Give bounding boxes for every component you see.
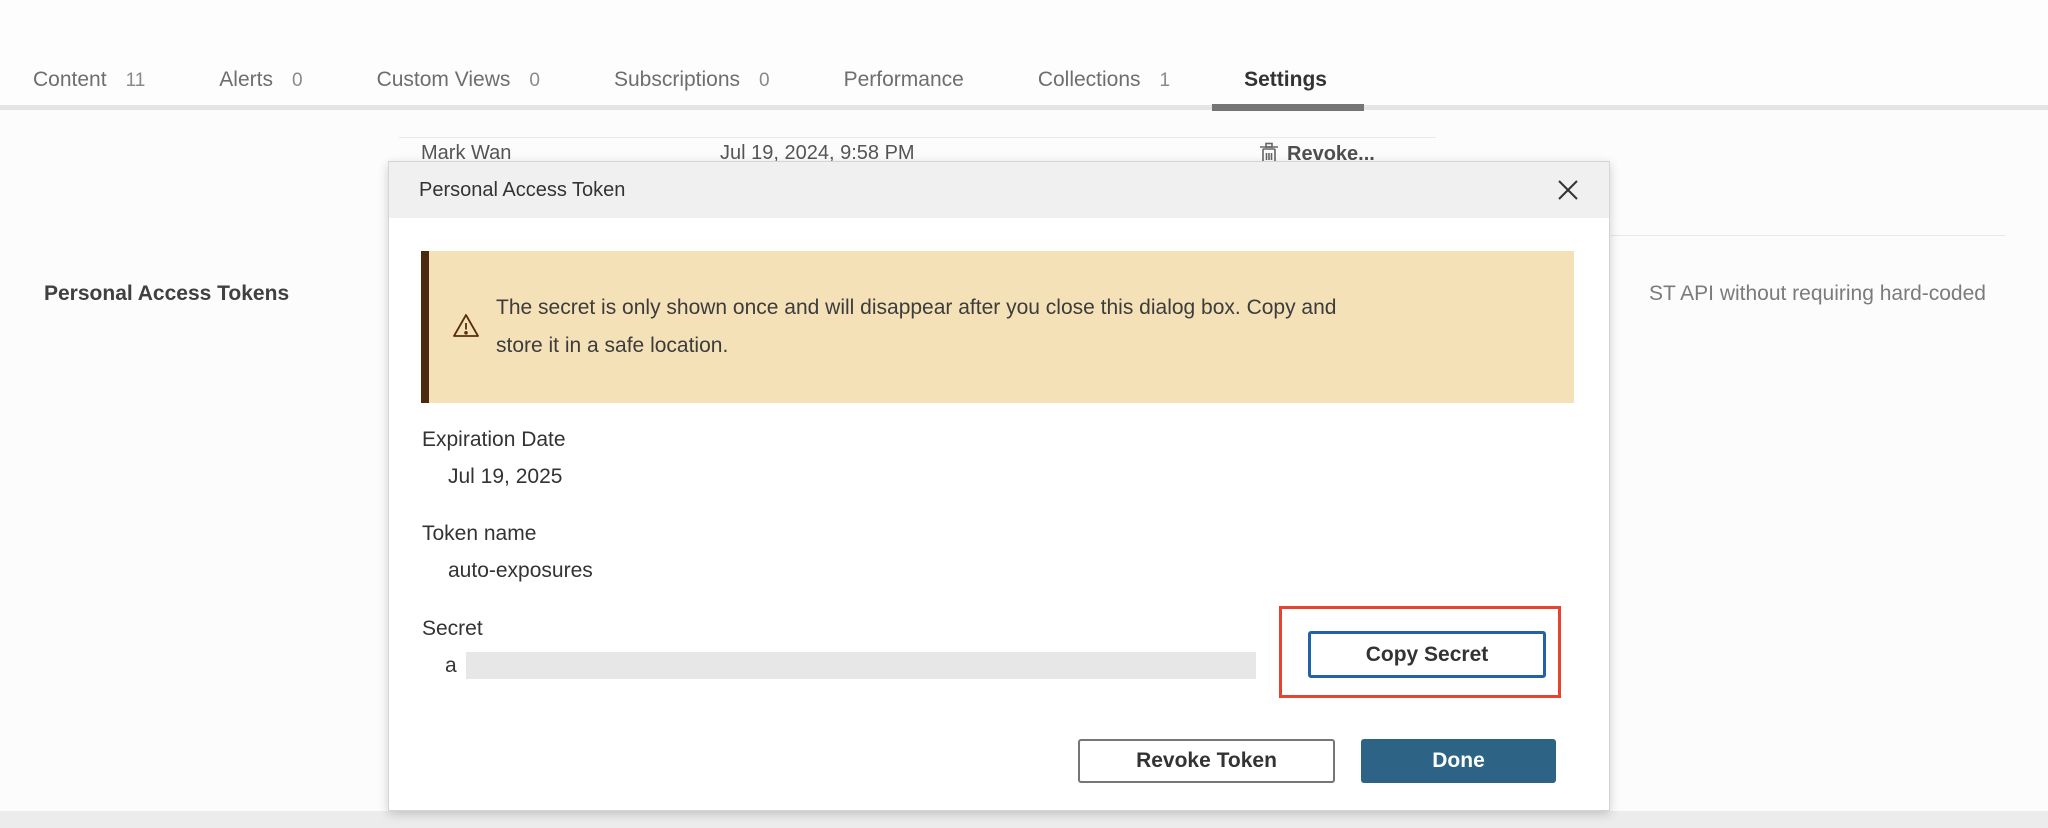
copy-secret-button[interactable]: Copy Secret [1308, 631, 1546, 678]
tab-bar: Content 11 Alerts 0 Custom Views 0 Subsc… [0, 0, 2048, 110]
secret-warning-banner: The secret is only shown once and will d… [421, 251, 1574, 403]
secret-value-row: a [445, 652, 1256, 679]
warning-text: The secret is only shown once and will d… [496, 289, 1336, 365]
tab-subscriptions[interactable]: Subscriptions 0 [614, 68, 770, 105]
close-button[interactable] [1553, 175, 1583, 205]
done-button[interactable]: Done [1361, 739, 1556, 783]
tab-label: Content [33, 68, 107, 92]
tab-label: Custom Views [377, 68, 511, 92]
tab-performance[interactable]: Performance [844, 68, 964, 105]
expiration-date-value: Jul 19, 2025 [448, 465, 562, 489]
tab-custom-views[interactable]: Custom Views 0 [377, 68, 540, 105]
tab-count: 0 [292, 70, 303, 92]
tab-label: Alerts [219, 68, 273, 92]
tab-alerts[interactable]: Alerts 0 [219, 68, 302, 105]
revoke-token-button[interactable]: Revoke Token [1078, 739, 1335, 783]
revoke-row-label: Revoke... [1287, 143, 1375, 162]
revoke-row-action: Revoke... [1259, 142, 1375, 161]
table-row: Mark Wan Jul 19, 2024, 9:58 PM Revoke... [399, 138, 1610, 161]
warning-icon [451, 311, 481, 341]
tab-count: 1 [1160, 70, 1171, 92]
secret-masked-bar [466, 652, 1256, 679]
tab-count: 0 [529, 70, 540, 92]
close-icon [1555, 177, 1581, 203]
tab-label: Performance [844, 68, 964, 92]
warning-line-1: The secret is only shown once and will d… [496, 289, 1336, 327]
trash-icon [1259, 142, 1279, 161]
tab-settings[interactable]: Settings [1244, 68, 1327, 105]
expiration-date-label: Expiration Date [422, 428, 566, 452]
tab-label: Settings [1244, 68, 1327, 92]
dialog-title: Personal Access Token [419, 179, 625, 202]
token-timestamp: Jul 19, 2024, 9:58 PM [720, 142, 915, 161]
tab-count: 11 [126, 70, 146, 92]
warning-line-2: store it in a safe location. [496, 327, 1336, 365]
tab-collections[interactable]: Collections 1 [1038, 68, 1170, 105]
secret-label: Secret [422, 617, 483, 641]
screen: Content 11 Alerts 0 Custom Views 0 Subsc… [0, 0, 2048, 828]
token-creator-name: Mark Wan [421, 142, 511, 161]
dialog-header: Personal Access Token [389, 162, 1609, 218]
personal-access-token-dialog: Personal Access Token The secret is only… [388, 161, 1610, 811]
tab-label: Subscriptions [614, 68, 740, 92]
background-footer-strip [0, 811, 2048, 828]
secret-visible-char: a [445, 654, 457, 678]
tab-content[interactable]: Content 11 [33, 68, 145, 105]
token-name-value: auto-exposures [448, 559, 593, 583]
tab-label: Collections [1038, 68, 1141, 92]
section-description: ST API without requiring hard-coded [1649, 282, 2039, 306]
section-title: Personal Access Tokens [44, 282, 289, 306]
section-divider [1611, 235, 2005, 236]
token-name-label: Token name [422, 522, 536, 546]
tab-count: 0 [759, 70, 770, 92]
